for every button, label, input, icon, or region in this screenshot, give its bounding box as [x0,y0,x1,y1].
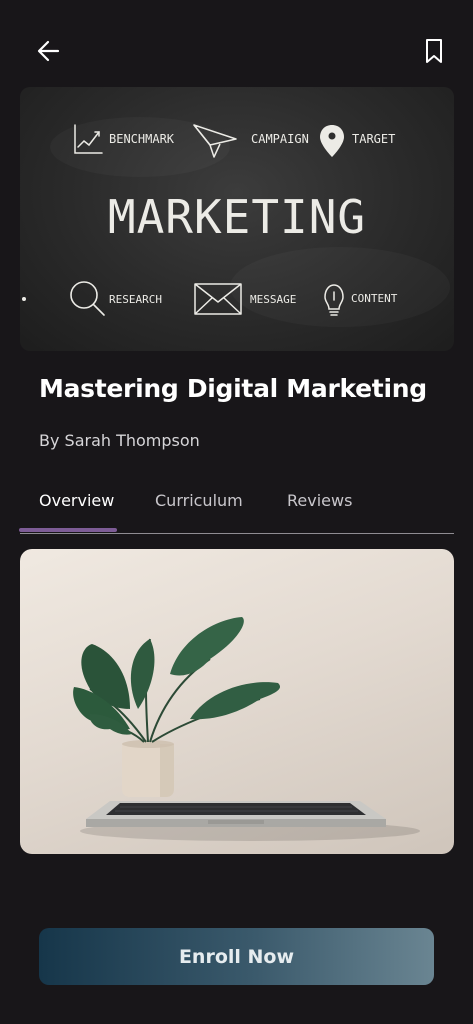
hero-item-label: RESEARCH [109,293,162,306]
back-button[interactable] [32,34,66,68]
location-pin-icon [320,125,344,157]
envelope-icon [194,283,242,315]
course-author: By Sarah Thompson [39,431,200,450]
active-tab-indicator [19,528,117,532]
hero-item-label: TARGET [352,132,395,146]
arrow-left-icon [37,40,60,62]
tab-overview[interactable]: Overview [39,486,114,533]
bookmark-button[interactable] [417,34,451,68]
course-title: Mastering Digital Marketing [39,374,427,403]
plant-pot-illustration [122,740,174,797]
tab-curriculum[interactable]: Curriculum [155,486,243,533]
bookmark-icon [426,39,442,63]
hero-item-label: CAMPAIGN [251,132,309,146]
hero-item-label: CONTENT [351,292,398,305]
magnifier-icon [70,281,105,316]
hero-item-label: MESSAGE [250,293,296,306]
enroll-now-button[interactable]: Enroll Now [39,928,434,985]
hero-title: MARKETING [108,190,366,244]
course-hero-image: BENCHMARK CAMPAIGN TARGET MARKETING RESE… [20,87,454,351]
plant-leaves-illustration [73,617,281,743]
top-bar [0,30,473,70]
overview-image [20,549,454,854]
laptop-illustration [86,801,386,827]
course-tabs: Overview Curriculum Reviews [20,486,454,534]
hero-item-label: BENCHMARK [109,132,175,146]
tab-reviews[interactable]: Reviews [287,486,352,533]
